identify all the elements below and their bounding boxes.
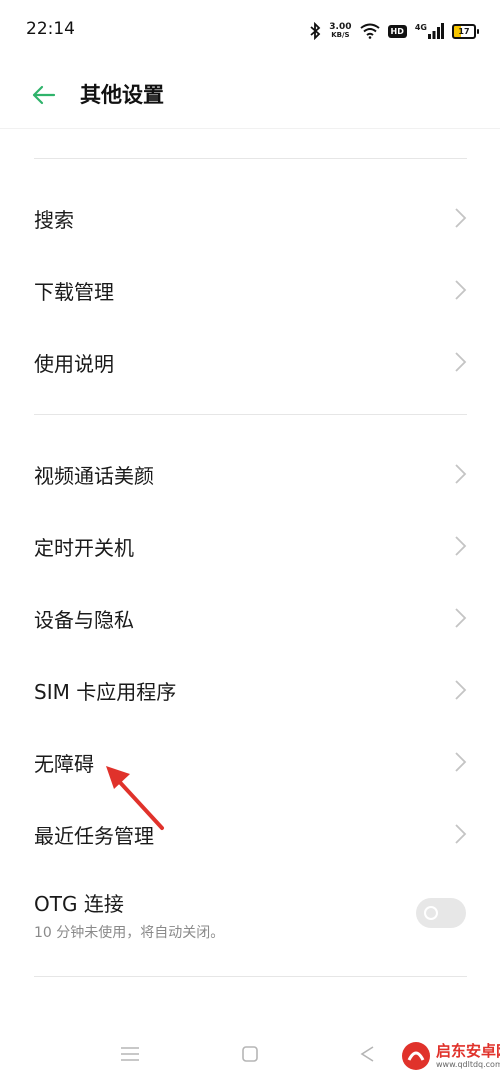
section-divider [34,976,467,977]
toggle-knob [424,906,438,920]
network-type-label: 4G [414,23,427,32]
settings-item-download-manager[interactable]: 下载管理 [0,252,500,324]
settings-item-device-privacy[interactable]: 设备与隐私 [0,580,500,652]
otg-subtitle: 10 分钟未使用，将自动关闭。 [34,925,225,941]
watermark-name: 启东安卓网 [436,1042,500,1060]
chevron-right-icon [455,824,467,844]
chevron-right-icon [455,680,467,700]
watermark-url: www.qdltdq.com [436,1060,500,1069]
home-icon[interactable] [238,1042,262,1066]
settings-item-label: 视频通话美颜 [34,464,154,488]
page-title: 其他设置 [80,83,164,107]
settings-item-label: 无障碍 [34,752,94,776]
chevron-right-icon [455,608,467,628]
chevron-right-icon [455,208,467,228]
settings-item-sim-apps[interactable]: SIM 卡应用程序 [0,652,500,724]
otg-label: OTG 连接 [34,892,124,916]
header-divider [0,128,500,129]
section-divider [34,414,467,415]
settings-item-label: SIM 卡应用程序 [34,680,177,704]
chevron-right-icon [455,352,467,372]
battery-level: 17 [458,26,470,36]
bluetooth-icon [310,22,321,40]
page-header: 其他设置 [0,62,500,128]
chevron-right-icon [455,464,467,484]
network-speed-unit: KB/S [331,31,350,39]
settings-item-label: 定时开关机 [34,536,134,560]
hd-badge: HD [387,24,407,38]
system-nav-bar: 启东安卓网 www.qdltdq.com [0,1020,500,1084]
settings-item-video-call-beauty[interactable]: 视频通话美颜 [0,436,500,508]
battery-icon: 17 [452,23,479,39]
chevron-right-icon [455,752,467,772]
settings-item-label: 使用说明 [34,352,114,376]
arrow-left-icon [32,85,56,105]
network-speed: 3.00 KB/S [329,23,351,39]
back-nav-icon[interactable] [356,1042,380,1066]
status-icons: 3.00 KB/S HD 4G 17 [309,18,479,44]
otg-toggle[interactable] [416,898,466,928]
settings-item-scheduled-power[interactable]: 定时开关机 [0,508,500,580]
otg-setting: OTG 连接 10 分钟未使用，将自动关闭。 [0,872,500,962]
back-button[interactable] [28,80,58,110]
settings-item-accessibility[interactable]: 无障碍 [0,724,500,796]
settings-item-label: 下载管理 [34,280,114,304]
menu-icon[interactable] [118,1042,142,1066]
watermark: 启东安卓网 www.qdltdq.com [400,1038,500,1078]
chevron-right-icon [455,280,467,300]
wifi-icon [359,23,380,39]
annotation-arrow-icon [106,766,164,830]
settings-item-label: 搜索 [34,208,74,232]
chevron-right-icon [455,536,467,556]
settings-item-recent-tasks[interactable]: 最近任务管理 [0,796,500,868]
settings-item-user-guide[interactable]: 使用说明 [0,324,500,396]
section-divider [34,158,467,159]
status-bar: 22:14 3.00 KB/S HD 4G 17 [0,0,500,62]
status-time: 22:14 [26,19,75,39]
cellular-signal-icon: 4G [415,23,444,39]
settings-item-search[interactable]: 搜索 [0,180,500,252]
watermark-logo-icon [402,1042,430,1070]
settings-item-label: 设备与隐私 [34,608,134,632]
